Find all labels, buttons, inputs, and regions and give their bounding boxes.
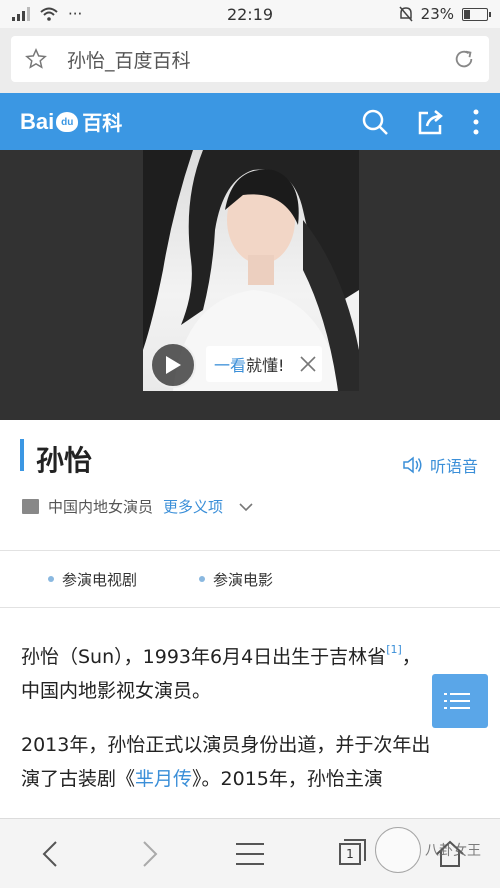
menu-button[interactable] xyxy=(220,824,280,884)
tab-label: 参演电影 xyxy=(213,570,274,589)
video-tip-suffix: 就懂! xyxy=(246,356,285,375)
star-icon[interactable] xyxy=(25,48,47,70)
chevron-down-icon[interactable] xyxy=(239,502,253,512)
listen-button[interactable]: 听语音 xyxy=(402,453,478,477)
speaker-icon xyxy=(403,456,422,474)
summary-paragraph: 2013年，孙怡正式以演员身份出道，并于次年出演了古装剧《芈月传》。2015年，… xyxy=(21,728,431,796)
watermark-logo xyxy=(375,827,421,873)
summary-paragraph: 孙怡（Sun），1993年6月4日出生于吉林省[1]，中国内地影视女演员。 xyxy=(21,640,431,708)
back-button[interactable] xyxy=(20,824,80,884)
logo-text-baike: 百科 xyxy=(82,113,123,135)
page-title: 孙怡 xyxy=(36,444,93,477)
table-of-contents-button[interactable] xyxy=(432,674,488,728)
watermark-text: 八卦女王 xyxy=(425,843,481,859)
signal-icon xyxy=(12,7,30,21)
entry-summary: 孙怡（Sun），1993年6月4日出生于吉林省[1]，中国内地影视女演员。 20… xyxy=(21,640,431,816)
entry-title-section: 孙怡 听语音 中国内地女演员 更多义项 xyxy=(0,420,500,550)
summary-text: 孙怡（Sun），1993年6月4日出生于吉林省 xyxy=(21,646,387,668)
more-vertical-icon[interactable] xyxy=(472,107,480,137)
tabs-icon: 1 xyxy=(339,838,366,865)
entry-description: 中国内地女演员 xyxy=(48,498,154,516)
wifi-icon xyxy=(40,7,58,21)
share-icon[interactable] xyxy=(416,107,446,137)
address-bar[interactable]: 孙怡_百度百科 xyxy=(11,36,489,82)
browser-address-area: 孙怡_百度百科 xyxy=(0,28,500,93)
play-video-button[interactable] xyxy=(150,342,196,388)
search-icon[interactable] xyxy=(360,107,390,137)
watermark: 八卦女王 xyxy=(375,827,481,873)
drama-link[interactable]: 芈月传 xyxy=(135,768,192,790)
status-dots: ··· xyxy=(68,5,83,23)
url-title[interactable]: 孙怡_百度百科 xyxy=(67,46,453,73)
video-tip-prefix: 一看 xyxy=(214,356,247,375)
citation-link[interactable]: [1] xyxy=(386,643,402,656)
related-tabs: 参演电视剧 参演电影 xyxy=(0,551,500,607)
logo-text-bai: Bai xyxy=(20,108,55,134)
battery-percent: 23% xyxy=(420,5,454,23)
mute-bell-icon xyxy=(399,6,413,22)
tab-films[interactable]: 参演电影 xyxy=(199,569,273,590)
tabs-button[interactable]: 1 xyxy=(320,824,380,884)
hero-video-area: 一看 就懂! xyxy=(0,150,500,420)
status-bar: ··· 22:19 23% xyxy=(0,0,500,28)
close-icon[interactable] xyxy=(298,354,318,374)
entry-subtitle: 中国内地女演员 更多义项 xyxy=(22,496,253,517)
forward-icon xyxy=(143,840,158,867)
listen-label: 听语音 xyxy=(429,457,478,476)
menu-icon xyxy=(236,842,264,865)
back-icon xyxy=(42,840,57,867)
video-tip[interactable]: 一看 就懂! xyxy=(206,346,322,382)
baike-logo[interactable]: Bai du 百科 xyxy=(20,107,122,136)
tag-icon xyxy=(22,499,39,514)
more-meanings-link[interactable]: 更多义项 xyxy=(163,496,223,517)
tab-label: 参演电视剧 xyxy=(62,570,138,589)
reload-icon[interactable] xyxy=(453,48,475,70)
baike-header: Bai du 百科 xyxy=(0,93,500,150)
summary-text: 》。2015年，孙怡主演 xyxy=(192,768,383,790)
tab-dot xyxy=(48,576,54,582)
forward-button[interactable] xyxy=(120,824,180,884)
tab-tv-series[interactable]: 参演电视剧 xyxy=(48,569,137,590)
play-icon xyxy=(166,356,181,374)
tab-dot xyxy=(199,576,206,582)
battery-icon xyxy=(462,7,491,21)
title-accent-bar xyxy=(20,439,24,471)
divider xyxy=(0,607,500,608)
logo-paw: du xyxy=(56,111,79,132)
status-time: 22:19 xyxy=(226,4,274,24)
